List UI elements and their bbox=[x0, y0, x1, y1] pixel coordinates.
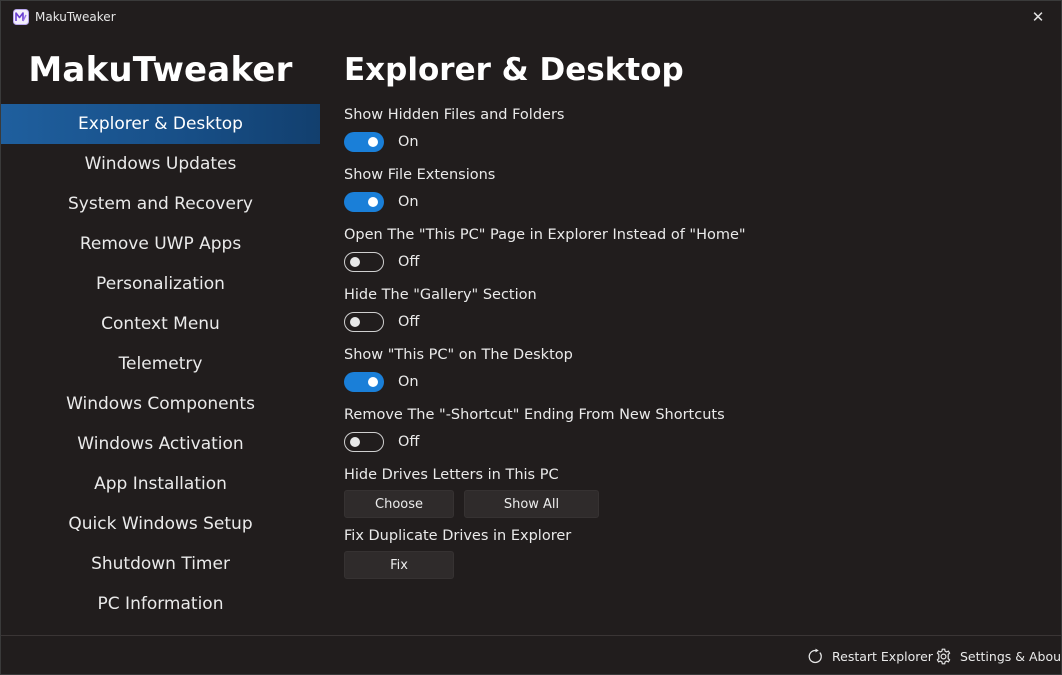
sidebar-item-windows-activation[interactable]: Windows Activation bbox=[1, 424, 320, 464]
refresh-icon bbox=[808, 648, 822, 663]
sidebar-item-personalization[interactable]: Personalization bbox=[1, 264, 320, 304]
app-brand-title: MakuTweaker bbox=[28, 50, 293, 90]
settings-about-label: Settings & About bbox=[960, 648, 1062, 664]
window-title: MakuTweaker bbox=[35, 10, 116, 24]
setting-label-fix-duplicate-drives: Fix Duplicate Drives in Explorer bbox=[344, 528, 572, 544]
toggle-knob bbox=[350, 317, 360, 327]
toggle-state-label: Off bbox=[398, 434, 420, 450]
toggle-hidden-files[interactable] bbox=[344, 132, 384, 152]
setting-label-file-extensions: Show File Extensions bbox=[344, 167, 496, 183]
sidebar-item-context-menu[interactable]: Context Menu bbox=[1, 304, 320, 344]
sidebar-item-explorer-desktop[interactable]: Explorer & Desktop bbox=[1, 104, 320, 144]
toggle-knob bbox=[368, 377, 378, 387]
toggle-this-pc-desktop[interactable] bbox=[344, 372, 384, 392]
toggle-knob bbox=[350, 257, 360, 267]
sidebar: MakuTweaker Explorer & Desktop Windows U… bbox=[1, 33, 320, 633]
fix-button[interactable]: Fix bbox=[344, 551, 454, 579]
sidebar-item-shutdown-timer[interactable]: Shutdown Timer bbox=[1, 544, 320, 584]
toggle-state-label: Off bbox=[398, 254, 420, 270]
toggle-state-label: On bbox=[398, 374, 419, 390]
sidebar-nav: Explorer & Desktop Windows Updates Syste… bbox=[1, 104, 320, 624]
sidebar-item-remove-uwp-apps[interactable]: Remove UWP Apps bbox=[1, 224, 320, 264]
toggle-knob bbox=[368, 137, 378, 147]
footer-bar: Restart Explorer Settings & About bbox=[1, 635, 1062, 674]
close-button[interactable]: ✕ bbox=[1015, 1, 1061, 33]
sidebar-item-pc-information[interactable]: PC Information bbox=[1, 584, 320, 624]
close-icon: ✕ bbox=[1031, 8, 1045, 26]
sidebar-item-windows-updates[interactable]: Windows Updates bbox=[1, 144, 320, 184]
main-content: Explorer & Desktop Show Hidden Files and… bbox=[344, 33, 1044, 633]
toggle-state-label: On bbox=[398, 194, 419, 210]
setting-label-this-pc-page: Open The "This PC" Page in Explorer Inst… bbox=[344, 227, 746, 243]
sidebar-item-system-recovery[interactable]: System and Recovery bbox=[1, 184, 320, 224]
sidebar-item-quick-windows-setup[interactable]: Quick Windows Setup bbox=[1, 504, 320, 544]
gear-icon bbox=[936, 648, 951, 664]
setting-label-remove-shortcut-ending: Remove The "-Shortcut" Ending From New S… bbox=[344, 407, 725, 423]
title-bar: MakuTweaker ✕ bbox=[1, 1, 1061, 33]
setting-label-this-pc-desktop: Show "This PC" on The Desktop bbox=[344, 347, 573, 363]
settings-about-button[interactable]: Settings & About bbox=[935, 646, 1062, 666]
toggle-knob bbox=[350, 437, 360, 447]
choose-button[interactable]: Choose bbox=[344, 490, 454, 518]
toggle-state-label: On bbox=[398, 134, 419, 150]
app-logo-icon bbox=[13, 9, 29, 25]
toggle-state-label: Off bbox=[398, 314, 420, 330]
toggle-knob bbox=[368, 197, 378, 207]
restart-explorer-label: Restart Explorer bbox=[832, 648, 933, 664]
setting-label-hidden-files: Show Hidden Files and Folders bbox=[344, 107, 565, 123]
toggle-remove-shortcut-ending[interactable] bbox=[344, 432, 384, 452]
app-window: MakuTweaker ✕ MakuTweaker Explorer & Des… bbox=[0, 0, 1062, 675]
toggle-hide-gallery[interactable] bbox=[344, 312, 384, 332]
toggle-file-extensions[interactable] bbox=[344, 192, 384, 212]
sidebar-item-windows-components[interactable]: Windows Components bbox=[1, 384, 320, 424]
show-all-button[interactable]: Show All bbox=[464, 490, 599, 518]
sidebar-item-telemetry[interactable]: Telemetry bbox=[1, 344, 320, 384]
toggle-this-pc-page[interactable] bbox=[344, 252, 384, 272]
restart-explorer-button[interactable]: Restart Explorer bbox=[807, 646, 933, 666]
setting-label-hide-gallery: Hide The "Gallery" Section bbox=[344, 287, 537, 303]
setting-label-hide-drive-letters: Hide Drives Letters in This PC bbox=[344, 467, 559, 483]
sidebar-item-app-installation[interactable]: App Installation bbox=[1, 464, 320, 504]
page-title: Explorer & Desktop bbox=[344, 52, 684, 88]
